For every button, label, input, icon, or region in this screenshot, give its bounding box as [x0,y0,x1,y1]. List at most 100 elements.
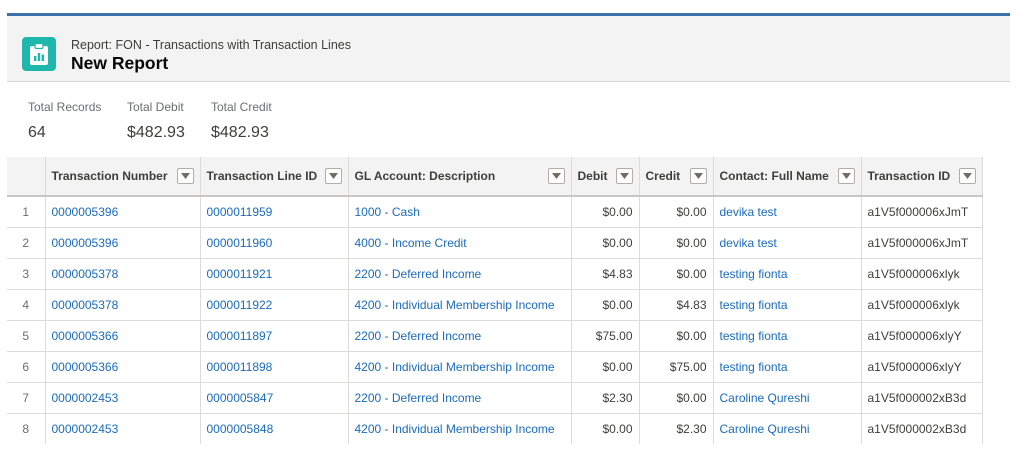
table-row: 8 0000002453 0000005848 4200 - Individua… [7,413,983,444]
column-header-transaction-number[interactable]: Transaction Number [45,157,201,197]
transaction-line-id-link[interactable]: 0000011921 [200,258,349,290]
gl-account-link[interactable]: 4200 - Individual Membership Income [348,289,572,321]
gl-account-link[interactable]: 2200 - Deferred Income [348,382,572,414]
gl-account-link[interactable]: 4200 - Individual Membership Income [348,351,572,383]
credit-cell: $0.00 [639,258,714,290]
column-header-label: GL Account: Description [354,169,496,184]
row-number: 2 [7,227,46,259]
contact-link[interactable]: testing fionta [713,320,862,352]
credit-cell: $0.00 [639,382,714,414]
column-header-transaction-id[interactable]: Transaction ID [861,157,983,197]
column-header-credit[interactable]: Credit [639,157,714,197]
contact-link[interactable]: Caroline Qureshi [713,413,862,444]
report-header: Report: FON - Transactions with Transact… [7,16,1010,82]
column-header-contact[interactable]: Contact: Full Name [713,157,862,197]
summary-total-debit: Total Debit $482.93 [127,100,185,142]
chevron-down-icon[interactable] [176,168,194,184]
summary-value: $482.93 [211,124,269,141]
contact-link[interactable]: Caroline Qureshi [713,382,862,414]
credit-cell: $0.00 [639,196,714,228]
gl-account-link[interactable]: 4000 - Income Credit [348,227,572,259]
table-row: 3 0000005378 0000011921 2200 - Deferred … [7,258,983,290]
row-number: 6 [7,351,46,383]
row-number: 7 [7,382,46,414]
debit-cell: $0.00 [571,227,640,259]
credit-cell: $2.30 [639,413,714,444]
contact-link[interactable]: devika test [713,227,862,259]
debit-cell: $4.83 [571,258,640,290]
transaction-line-id-link[interactable]: 0000011898 [200,351,349,383]
transaction-number-link[interactable]: 0000002453 [45,413,201,444]
chevron-down-icon[interactable] [958,168,976,184]
chevron-down-icon[interactable] [837,168,855,184]
column-header-label: Debit [577,169,608,184]
transaction-line-id-link[interactable]: 0000011897 [200,320,349,352]
row-number: 8 [7,413,46,444]
summary-label: Total Credit [211,100,272,114]
chevron-down-icon[interactable] [615,168,633,184]
transaction-number-link[interactable]: 0000005366 [45,351,201,383]
column-header-label: Credit [645,169,681,184]
transaction-id-cell: a1V5f000002xB3d [861,413,983,444]
transaction-line-id-link[interactable]: 0000011959 [200,196,349,228]
debit-cell: $0.00 [571,413,640,444]
transaction-id-cell: a1V5f000006xlyY [861,320,983,352]
transaction-id-cell: a1V5f000006xlyk [861,258,983,290]
report-type-label: Report: FON - Transactions with Transact… [71,38,351,52]
chevron-down-icon[interactable] [689,168,707,184]
debit-cell: $0.00 [571,351,640,383]
transaction-id-cell: a1V5f000002xB3d [861,382,983,414]
chevron-down-icon[interactable] [324,168,342,184]
column-header-label: Transaction Number [51,169,168,184]
transaction-number-link[interactable]: 0000005396 [45,227,201,259]
table-header-row: Transaction Number Transaction Line ID G… [7,157,983,197]
summary-total-credit: Total Credit $482.93 [211,100,272,142]
transaction-number-link[interactable]: 0000005366 [45,320,201,352]
transaction-line-id-link[interactable]: 0000011922 [200,289,349,321]
debit-cell: $0.00 [571,196,640,228]
gl-account-link[interactable]: 2200 - Deferred Income [348,320,572,352]
transaction-line-id-link[interactable]: 0000011960 [200,227,349,259]
transaction-id-cell: a1V5f000006xlyk [861,289,983,321]
row-number: 3 [7,258,46,290]
column-header-label: Transaction ID [867,169,951,184]
summary-label: Total Records [28,100,102,114]
chevron-down-icon[interactable] [547,168,565,184]
column-header-transaction-line-id[interactable]: Transaction Line ID [200,157,349,197]
row-number-header [7,157,46,197]
debit-cell: $75.00 [571,320,640,352]
credit-cell: $4.83 [639,289,714,321]
gl-account-link[interactable]: 2200 - Deferred Income [348,258,572,290]
table-row: 2 0000005396 0000011960 4000 - Income Cr… [7,227,983,259]
page-title: New Report [71,53,169,73]
transaction-number-link[interactable]: 0000005378 [45,289,201,321]
column-header-gl-account[interactable]: GL Account: Description [348,157,572,197]
transaction-number-link[interactable]: 0000005378 [45,258,201,290]
transaction-number-link[interactable]: 0000002453 [45,382,201,414]
report-icon [22,37,56,71]
summary-value: 64 [28,124,46,141]
contact-link[interactable]: testing fionta [713,351,862,383]
transaction-id-cell: a1V5f000006xlyY [861,351,983,383]
table-row: 5 0000005366 0000011897 2200 - Deferred … [7,320,983,352]
row-number: 5 [7,320,46,352]
contact-link[interactable]: devika test [713,196,862,228]
transaction-number-link[interactable]: 0000005396 [45,196,201,228]
table-row: 7 0000002453 0000005847 2200 - Deferred … [7,382,983,414]
contact-link[interactable]: testing fionta [713,289,862,321]
contact-link[interactable]: testing fionta [713,258,862,290]
gl-account-link[interactable]: 4200 - Individual Membership Income [348,413,572,444]
credit-cell: $75.00 [639,351,714,383]
transaction-id-cell: a1V5f000006xJmT [861,227,983,259]
column-header-label: Contact: Full Name [719,169,829,184]
debit-cell: $2.30 [571,382,640,414]
column-header-debit[interactable]: Debit [571,157,640,197]
column-header-label: Transaction Line ID [206,169,318,184]
transaction-line-id-link[interactable]: 0000005847 [200,382,349,414]
transaction-line-id-link[interactable]: 0000005848 [200,413,349,444]
gl-account-link[interactable]: 1000 - Cash [348,196,572,228]
table-row: 4 0000005378 0000011922 4200 - Individua… [7,289,983,321]
summary-total-records: Total Records 64 [28,100,101,142]
summary-value: $482.93 [127,124,185,141]
row-number: 1 [7,196,46,228]
